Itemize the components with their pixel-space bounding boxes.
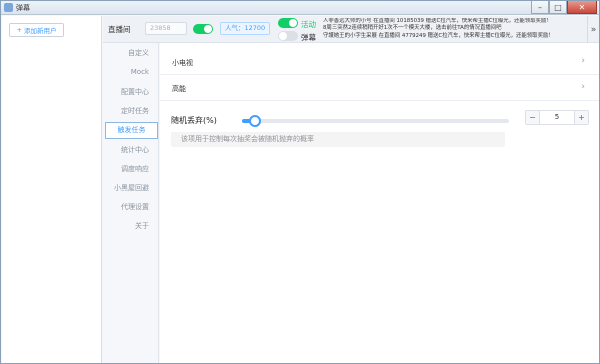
maximize-button[interactable]: □ <box>549 1 567 14</box>
chevron-right-icon: › <box>581 82 585 92</box>
subnav-item-proxy-settings[interactable]: 代理设置 <box>121 202 149 212</box>
increment-button[interactable]: + <box>574 111 588 124</box>
plus-icon: + <box>16 26 22 34</box>
activity-toggle[interactable] <box>278 18 298 28</box>
slider-thumb[interactable] <box>249 115 262 127</box>
sub-navigation: 自定义 Mock 配置中心 定时任务 触发任务 统计中心 调度响应 小黑屋回避 … <box>103 43 159 363</box>
collapse-row-tv[interactable]: 小电视 › <box>160 49 599 75</box>
subnav-item-custom[interactable]: 自定义 <box>128 48 149 58</box>
discard-rate-slider[interactable] <box>242 115 509 127</box>
discard-rate-hint: 该项用于控制每次抽奖会被随机抛弃的概率 <box>171 132 505 147</box>
close-button[interactable]: ✕ <box>567 1 597 14</box>
collapse-label: 高能 <box>172 85 186 93</box>
discard-rate-stepper[interactable]: − 5 + <box>525 110 589 125</box>
room-id-input[interactable]: 23858 <box>145 22 187 35</box>
discard-rate-label: 随机丢弃(%) <box>171 116 217 125</box>
decrement-button[interactable]: − <box>526 111 540 124</box>
chevron-right-icon: › <box>581 56 585 66</box>
title-bar[interactable]: 弹幕 – □ ✕ <box>1 1 599 15</box>
window-title: 弹幕 <box>16 4 30 12</box>
main-content: 小电视 › 高能 › 随机丢弃(%) − 5 + 该项用于控制每次抽奖会被随机抛… <box>160 43 599 363</box>
popularity-badge: 人气：12700 <box>220 22 271 35</box>
subnav-item-config-center[interactable]: 配置中心 <box>121 87 149 97</box>
window-controls: – □ ✕ <box>531 1 597 14</box>
danmaku-label: 弹幕 <box>301 33 316 42</box>
add-user-label: 添加新用户 <box>23 27 57 35</box>
app-window: 弹幕 – □ ✕ + 添加新用户 直播间 23858 人气：12700 活动 弹… <box>0 0 600 364</box>
toggle-knob <box>204 25 212 33</box>
subnav-item-statistics[interactable]: 统计中心 <box>121 145 149 155</box>
gift-notice-feed: 人非善远大师的小号 在直播间 10185039 赠送C拉汽车，快来帮主播C位曝光… <box>323 18 585 40</box>
collapse-row-high-energy[interactable]: 高能 › <box>160 75 599 101</box>
activity-label: 活动 <box>301 20 316 29</box>
top-bar: 直播间 23858 人气：12700 活动 弹幕 人非善远大师的小号 在直播间 … <box>103 16 599 43</box>
subnav-item-mock[interactable]: Mock <box>131 68 149 76</box>
danmaku-toggle[interactable] <box>278 31 298 41</box>
minimize-button[interactable]: – <box>531 1 549 14</box>
expand-icon[interactable]: » <box>587 16 599 43</box>
subnav-item-scheduled-tasks[interactable]: 定时任务 <box>121 106 149 116</box>
toggle-knob <box>279 32 287 40</box>
user-list-panel: + 添加新用户 <box>2 16 102 363</box>
stepper-value[interactable]: 5 <box>540 111 574 124</box>
subnav-item-blackroom[interactable]: 小黑屋回避 <box>114 183 149 193</box>
toggle-knob <box>289 19 297 27</box>
notice-line: 守護她王的小字生采展 在直播间 4779249 赠送C拉汽车，快来帮主播C位曝光… <box>323 32 554 39</box>
notice-line: 8周三突然2连续稍稍开好1次不一个模天大楼，选击前往TA的情况直播间吧 <box>323 25 502 32</box>
room-label: 直播间 <box>108 25 131 34</box>
add-user-button[interactable]: + 添加新用户 <box>9 23 64 37</box>
room-connect-toggle[interactable] <box>193 24 213 34</box>
collapse-label: 小电视 <box>172 59 193 67</box>
subnav-item-dispatch-response[interactable]: 调度响应 <box>121 164 149 174</box>
subnav-item-about[interactable]: 关于 <box>135 221 149 231</box>
app-icon <box>4 3 13 12</box>
subnav-item-trigger-tasks[interactable]: 触发任务 <box>105 122 158 139</box>
